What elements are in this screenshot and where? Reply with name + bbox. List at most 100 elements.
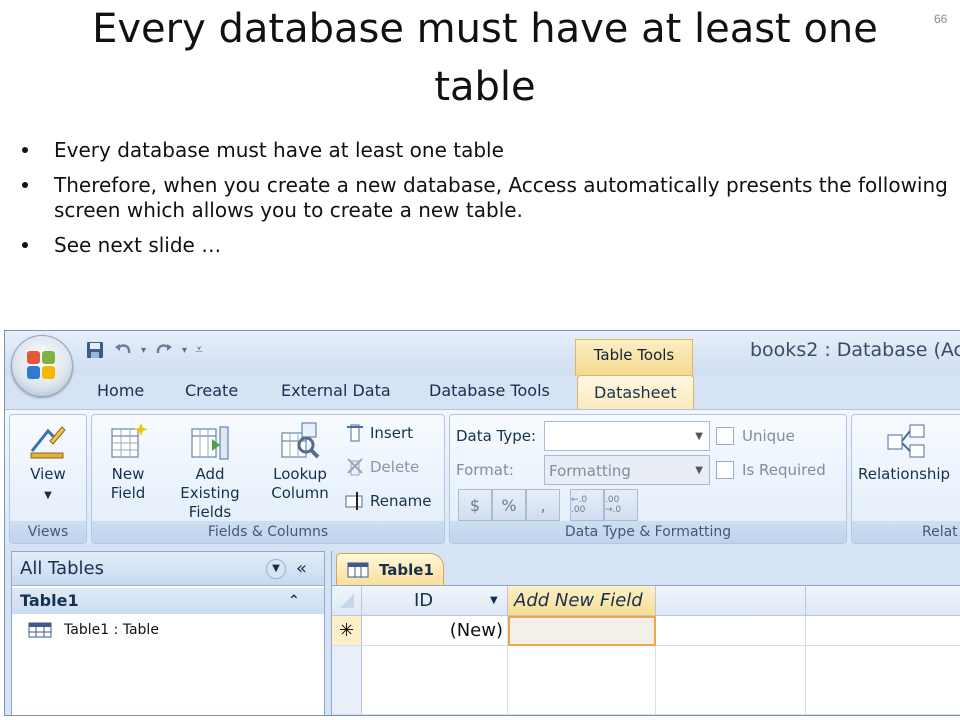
nav-group-label: Table1	[20, 591, 79, 610]
view-button[interactable]: View ▼	[14, 421, 82, 505]
nav-item-table1[interactable]: Table1 : Table	[28, 618, 159, 642]
new-field-icon	[108, 421, 148, 461]
tab-datasheet[interactable]: Datasheet	[577, 375, 694, 410]
bullet-list: Every database must have at least one ta…	[22, 138, 952, 268]
table-icon	[347, 562, 369, 577]
views-group: View ▼ Views	[9, 414, 87, 544]
data-type-combo[interactable]: ▼	[544, 421, 710, 451]
bullet-text: See next slide …	[54, 233, 222, 257]
relationships-group: Relationship Relat	[851, 414, 960, 544]
unique-label: Unique	[742, 427, 795, 445]
tab-database-tools[interactable]: Database Tools	[429, 381, 550, 400]
column-header-add-new-field[interactable]: Add New Field	[508, 586, 656, 616]
undo-dropdown-icon[interactable]: ▾	[141, 345, 146, 356]
rename-column-icon	[345, 492, 363, 510]
add-existing-fields-icon	[190, 421, 230, 461]
rename-column-button[interactable]: Rename	[344, 491, 432, 511]
is-required-label: Is Required	[742, 461, 826, 479]
grid-cell	[508, 646, 656, 715]
nav-pane-title: All Tables	[20, 558, 104, 579]
insert-label: Insert	[370, 424, 414, 442]
grid-cell	[806, 616, 960, 646]
delete-label: Delete	[370, 458, 420, 476]
collapse-pane-icon[interactable]: «	[296, 552, 307, 586]
insert-column-button[interactable]: Insert	[344, 423, 413, 443]
new-row-add-field-cell[interactable]	[508, 616, 656, 646]
bullet-item: Therefore, when you create a new databas…	[22, 173, 952, 223]
view-dropdown-icon: ▼	[44, 490, 52, 501]
currency-button[interactable]: $	[458, 489, 492, 521]
lookup-column-button[interactable]: Lookup Column	[264, 421, 336, 503]
data-type-label: Data Type:	[456, 427, 537, 445]
lookup-column-label: Lookup Column	[271, 465, 329, 502]
quick-access-toolbar: ▾ ▾ ⩡	[85, 337, 203, 363]
data-type-formatting-group: Data Type: ▼ Format: Formatting ▼ Unique…	[449, 414, 847, 544]
grid-cell	[806, 646, 960, 715]
relationships-group-label: Relat	[852, 521, 960, 543]
unique-checkbox-box[interactable]	[716, 427, 734, 445]
lookup-column-icon	[280, 421, 320, 461]
table-icon	[28, 622, 52, 638]
tab-home[interactable]: Home	[97, 381, 144, 400]
column-header-id-label: ID	[414, 590, 434, 611]
redo-dropdown-icon[interactable]: ▾	[182, 345, 187, 356]
comma-button[interactable]: ,	[526, 489, 560, 521]
table-tools-header: Table Tools	[575, 339, 693, 376]
unique-checkbox[interactable]: Unique	[716, 427, 795, 445]
window-title: books2 : Database (Acc	[750, 339, 960, 361]
nav-dropdown-icon[interactable]: ▼	[266, 559, 286, 579]
bullet-text: Therefore, when you create a new databas…	[54, 173, 948, 222]
bullet-item: Every database must have at least one ta…	[22, 138, 952, 163]
tab-create[interactable]: Create	[185, 381, 238, 400]
new-field-button[interactable]: New Field	[98, 421, 158, 503]
fields-columns-group-label: Fields & Columns	[92, 521, 444, 543]
decrease-decimals-button[interactable]: .00 →.0	[604, 489, 638, 521]
relationships-icon	[886, 421, 926, 461]
delete-column-icon	[347, 458, 363, 476]
relationships-button[interactable]: Relationship	[858, 421, 960, 484]
grid-cell	[656, 646, 806, 715]
chevron-down-icon: ▼	[695, 431, 703, 442]
access-window: ▾ ▾ ⩡ Table Tools books2 : Database (Acc…	[4, 330, 960, 716]
save-icon[interactable]	[85, 340, 105, 360]
collapse-group-icon[interactable]: ⌃	[288, 588, 300, 614]
grid-cell	[362, 646, 508, 715]
customize-qat-icon[interactable]: ⩡	[195, 342, 203, 358]
office-button[interactable]	[11, 335, 73, 397]
column-header-id[interactable]: ID ▼	[362, 586, 508, 616]
document-tab-table1[interactable]: Table1	[336, 553, 444, 585]
ribbon: View ▼ Views New Field Add Existing Fiel…	[5, 409, 960, 544]
nav-item-label: Table1 : Table	[64, 622, 159, 638]
view-icon	[28, 421, 68, 461]
nav-group-header[interactable]: Table1 ⌃	[12, 588, 324, 614]
record-selector-column	[332, 646, 362, 715]
select-all-corner[interactable]	[332, 586, 362, 616]
bullet-dot-icon	[22, 147, 28, 153]
format-value: Formatting	[549, 462, 631, 480]
add-existing-fields-button[interactable]: Add Existing Fields	[164, 421, 256, 522]
is-required-checkbox[interactable]: Is Required	[716, 461, 826, 479]
slide-title: Every database must have at least one ta…	[92, 6, 878, 110]
datasheet-grid: ID ▼ Add New Field ✳ (New)	[332, 586, 960, 715]
data-type-formatting-group-label: Data Type & Formatting	[450, 521, 846, 543]
delete-column-button[interactable]: Delete	[344, 457, 419, 477]
chevron-down-icon[interactable]: ▼	[490, 586, 498, 616]
increase-decimals-button[interactable]: ←.0 .00	[570, 489, 604, 521]
new-record-selector[interactable]: ✳	[332, 616, 362, 646]
ribbon-tabs: Home Create External Data Database Tools…	[5, 375, 960, 410]
insert-column-icon	[347, 424, 363, 442]
undo-icon[interactable]	[113, 340, 133, 360]
tab-external-data[interactable]: External Data	[281, 381, 391, 400]
percent-button[interactable]: %	[492, 489, 526, 521]
relationships-label: Relationship	[858, 465, 951, 483]
document-tab-label: Table1	[379, 560, 434, 579]
new-row-id-cell[interactable]: (New)	[362, 616, 508, 646]
add-existing-fields-label: Add Existing Fields	[180, 465, 240, 521]
redo-icon[interactable]	[154, 340, 174, 360]
view-label: View	[30, 465, 66, 483]
is-required-checkbox-box[interactable]	[716, 461, 734, 479]
nav-pane-header[interactable]: All Tables ▼ «	[12, 552, 324, 586]
format-combo[interactable]: Formatting ▼	[544, 455, 710, 485]
title-bar: ▾ ▾ ⩡ Table Tools books2 : Database (Acc	[5, 331, 960, 397]
bullet-item: See next slide …	[22, 233, 952, 258]
